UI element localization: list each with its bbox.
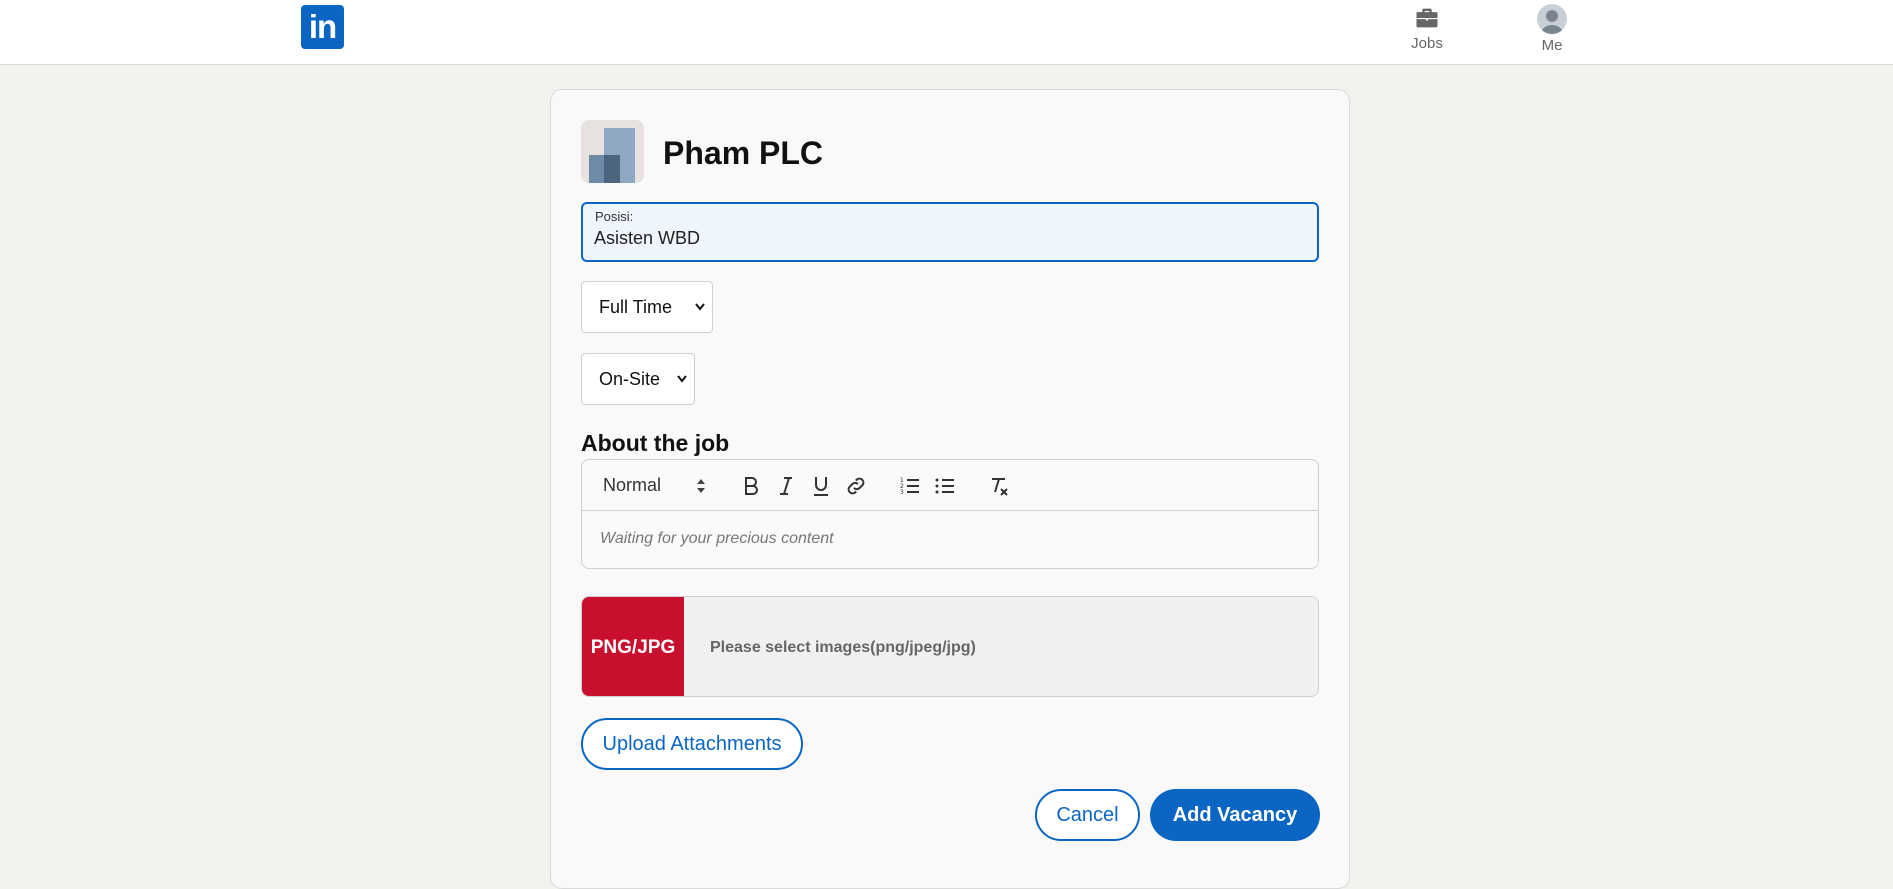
file-type-badge: PNG/JPG <box>582 597 684 696</box>
editor-placeholder[interactable]: Waiting for your precious content <box>600 530 834 548</box>
briefcase-icon <box>1416 8 1438 28</box>
position-input[interactable] <box>594 228 1294 249</box>
format-select[interactable]: Normal <box>603 475 661 496</box>
nav-jobs[interactable]: Jobs <box>1397 4 1457 52</box>
chevron-down-icon <box>676 354 688 424</box>
clear-format-icon[interactable] <box>987 474 1011 498</box>
bullet-list-icon[interactable] <box>933 474 957 498</box>
position-label: Posisi: <box>595 209 634 224</box>
updown-arrows-icon <box>697 479 705 493</box>
link-icon[interactable] <box>844 474 868 498</box>
nav-me-label: Me <box>1541 37 1563 54</box>
chevron-down-icon <box>694 282 706 352</box>
nav-jobs-label: Jobs <box>1411 35 1443 52</box>
company-logo <box>581 120 644 183</box>
underline-icon[interactable] <box>809 474 833 498</box>
position-field[interactable]: Posisi: <box>581 202 1319 262</box>
italic-icon[interactable] <box>774 474 798 498</box>
job-description-editor[interactable]: Normal 1 2 3 Waiting for your precious c… <box>581 459 1319 569</box>
about-job-heading: About the job <box>581 430 730 456</box>
svg-text:3: 3 <box>900 489 904 496</box>
employment-type-value: Full Time <box>599 297 673 317</box>
company-name: Pham PLC <box>663 135 824 171</box>
employment-type-select[interactable]: Full Time <box>581 281 713 333</box>
upload-hint: Please select images(png/jpeg/jpg) <box>710 639 976 656</box>
nav-me[interactable]: Me <box>1522 4 1582 54</box>
linkedin-logo[interactable]: in <box>301 5 344 49</box>
add-vacancy-card: Pham PLC Posisi: Full Time On-Site About… <box>550 89 1350 889</box>
top-navbar: in Jobs Me <box>0 0 1893 65</box>
workplace-type-value: On-Site <box>599 369 661 389</box>
upload-attachments-button[interactable]: Upload Attachments <box>581 718 803 770</box>
editor-toolbar: Normal 1 2 3 <box>582 460 1318 511</box>
avatar-icon <box>1537 4 1567 34</box>
ordered-list-icon[interactable]: 1 2 3 <box>898 474 922 498</box>
cancel-button[interactable]: Cancel <box>1035 789 1140 841</box>
add-vacancy-button[interactable]: Add Vacancy <box>1150 789 1320 841</box>
bold-icon[interactable] <box>739 474 763 498</box>
workplace-type-select[interactable]: On-Site <box>581 353 695 405</box>
image-upload-area[interactable]: PNG/JPG Please select images(png/jpeg/jp… <box>581 596 1319 697</box>
